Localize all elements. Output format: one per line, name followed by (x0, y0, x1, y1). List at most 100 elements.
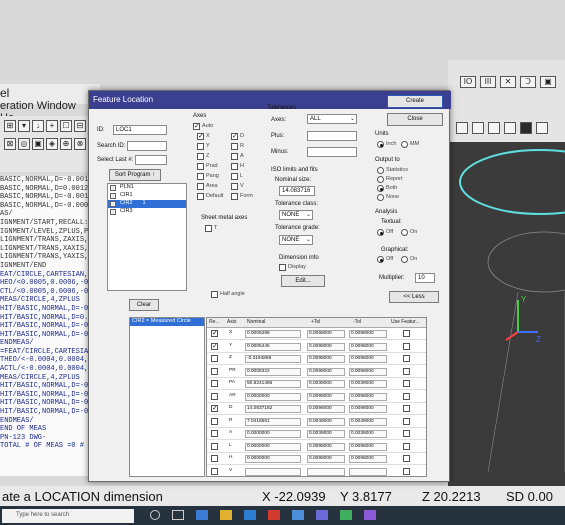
use-feature-checkbox[interactable] (403, 330, 410, 337)
plus-tol-cell[interactable]: 0.0098000 (307, 330, 345, 338)
nominal-cell[interactable]: -0.3194898 (245, 355, 301, 363)
minus-tol-field[interactable] (307, 147, 357, 157)
table-row[interactable]: D 14.0837162 0.0098000 0.0098000 (207, 403, 426, 415)
report-checkbox[interactable] (211, 467, 218, 475)
search-id-field[interactable] (127, 141, 167, 151)
half-angle-checkbox[interactable] (211, 291, 218, 298)
toolbar-target-icon[interactable]: ◎ (18, 138, 30, 150)
axis-area-checkbox[interactable] (197, 183, 204, 190)
minus-tol-cell[interactable]: 0.0049000 (349, 417, 387, 426)
taskbar-app-icon[interactable] (292, 510, 304, 520)
minus-tol-cell[interactable]: 0.0098000 (349, 392, 387, 401)
table-row[interactable]: Y 0.0005445 0.0098000 0.0098000 (207, 341, 426, 353)
textual-on-radio[interactable] (401, 229, 408, 236)
use-feature-checkbox[interactable] (403, 417, 410, 425)
tolerance-grid[interactable]: Re... Axis Nominal +Tol -Tol Use Featur.… (206, 317, 427, 477)
plus-tol-cell[interactable]: 0.0098000 (307, 455, 345, 463)
minus-tol-cell[interactable] (349, 467, 387, 476)
report-checkbox[interactable] (211, 430, 218, 437)
plus-tol-cell[interactable]: 0.0098000 (307, 367, 345, 376)
axis-d-checkbox[interactable] (231, 132, 238, 140)
close-button[interactable]: Close (387, 113, 443, 126)
graphics-tool-icon[interactable] (472, 122, 484, 134)
graphics-tool-icon[interactable] (504, 122, 516, 134)
use-feature-checkbox[interactable] (403, 380, 410, 387)
toolbar-down-arrow-icon[interactable]: ↓ (32, 120, 44, 132)
minus-tol-cell[interactable]: 0.0098000 (349, 367, 387, 376)
cloud-icon[interactable] (520, 122, 532, 134)
rotate-icon[interactable]: Ↄ (520, 76, 536, 88)
toolbar-box-icon[interactable]: ⊠ (4, 138, 16, 150)
report-checkbox[interactable] (211, 367, 218, 375)
toolbar-square-icon[interactable]: ▣ (32, 138, 44, 150)
panel-icon[interactable]: III (480, 76, 496, 88)
toolbar-crosshair-icon[interactable]: ⊕ (60, 138, 72, 150)
taskbar-edge-icon[interactable] (196, 510, 208, 520)
plus-tol-cell[interactable]: 0.0098000 (307, 392, 345, 401)
nominal-cell[interactable]: 0.0008322 (245, 367, 301, 376)
table-row[interactable]: A 0.0000000 0.0039000 0.0039000 (207, 428, 426, 440)
nominal-cell[interactable]: 0.0000000 (245, 455, 301, 463)
report-checkbox[interactable] (211, 442, 218, 450)
use-feature-checkbox[interactable] (403, 430, 410, 437)
units-mm-radio[interactable] (401, 141, 408, 148)
axis-pang-checkbox[interactable] (197, 173, 204, 180)
graphics-display-window[interactable]: Y Z (448, 142, 565, 486)
nominal-cell[interactable]: 0.0000000 (245, 392, 301, 401)
minus-tol-cell[interactable]: 0.0098000 (349, 455, 387, 463)
axis-z-checkbox[interactable] (197, 153, 204, 160)
graphics-tool-icon[interactable] (488, 122, 500, 134)
table-row[interactable]: X 0.0005298 0.0098000 0.0098000 (207, 328, 426, 340)
minus-tol-cell[interactable]: 0.0098000 (349, 355, 387, 363)
minus-tol-cell[interactable]: 0.0098000 (349, 442, 387, 451)
close-icon[interactable]: ✕ (500, 76, 516, 88)
feature-list-item[interactable]: CIR2 1 (108, 200, 186, 208)
axis-v-checkbox[interactable] (231, 183, 238, 190)
units-inch-radio[interactable] (377, 141, 384, 148)
graphics-tool-icon[interactable] (536, 122, 548, 134)
feature-list-item[interactable]: CIR1 (108, 192, 186, 200)
auto-checkbox[interactable] (193, 122, 200, 130)
use-feature-checkbox[interactable] (403, 355, 410, 362)
less-button[interactable]: << Less (389, 291, 439, 303)
plus-tol-cell[interactable]: 0.0039000 (307, 380, 345, 388)
io-icon[interactable]: IO (460, 76, 476, 88)
plus-tol-cell[interactable]: 0.0039000 (307, 430, 345, 438)
report-checkbox[interactable] (211, 455, 218, 462)
minus-tol-cell[interactable]: 0.0039000 (349, 380, 387, 388)
report-checkbox[interactable] (211, 417, 218, 425)
use-feature-checkbox[interactable] (403, 367, 410, 375)
table-row[interactable]: Z -0.3194898 0.0098000 0.0098000 (207, 353, 426, 365)
view-icon[interactable]: ▣ (540, 76, 556, 88)
use-feature-checkbox[interactable] (403, 455, 410, 462)
nominal-cell[interactable]: 0.0000000 (245, 430, 301, 438)
use-feature-checkbox[interactable] (403, 442, 410, 450)
feature-list-item[interactable]: PLN1 (108, 184, 186, 192)
nominal-cell[interactable]: 14.0837162 (245, 405, 301, 413)
table-row[interactable]: L 0.0000000 0.0098000 0.0098000 (207, 441, 426, 453)
axis-y-checkbox[interactable] (197, 143, 204, 150)
report-checkbox[interactable] (211, 404, 218, 412)
output-report-radio[interactable] (377, 176, 384, 183)
table-row[interactable]: PR 0.0008322 0.0098000 0.0098000 (207, 366, 426, 378)
plus-tol-cell[interactable]: 0.0098000 (307, 442, 345, 451)
taskbar-task-view-icon[interactable] (172, 510, 184, 520)
table-row[interactable]: AR 0.0000000 0.0098000 0.0098000 (207, 391, 426, 403)
textual-off-radio[interactable] (377, 229, 384, 236)
tol-class-select[interactable]: NONE ⌄ (279, 210, 313, 220)
axis-l-checkbox[interactable] (231, 173, 238, 180)
nominal-cell[interactable] (245, 467, 301, 476)
use-feature-checkbox[interactable] (403, 405, 410, 412)
taskbar-pdf-icon[interactable] (268, 510, 280, 520)
axis-r-checkbox[interactable] (231, 143, 238, 150)
use-feature-checkbox[interactable] (403, 467, 410, 475)
sort-program-button[interactable]: Sort Program ↑ (109, 169, 161, 181)
axis-h-checkbox[interactable] (231, 163, 238, 170)
toolbar-diamond-icon[interactable]: ◈ (46, 138, 58, 150)
table-row[interactable]: H 0.0000000 0.0098000 0.0098000 (207, 453, 426, 465)
select-last-field[interactable] (135, 155, 167, 165)
taskbar-app-icon[interactable] (340, 510, 352, 520)
plus-tol-cell[interactable]: 0.0098000 (307, 405, 345, 413)
report-checkbox[interactable] (211, 392, 218, 400)
graphical-on-radio[interactable] (401, 256, 408, 263)
